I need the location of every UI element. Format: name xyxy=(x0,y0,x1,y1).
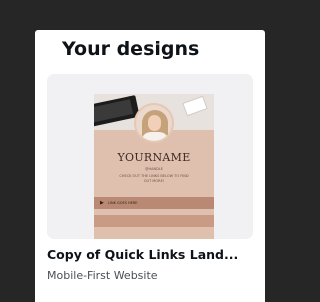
designs-panel: Your designs YOURNAME @HANDLE CHECK OUT … xyxy=(35,30,265,302)
preview-link-label: LINK GOES HERE xyxy=(108,201,138,205)
laptop-image xyxy=(94,95,140,127)
design-card[interactable]: YOURNAME @HANDLE CHECK OUT THE LINKS BEL… xyxy=(47,74,253,296)
preview-handle: @HANDLE xyxy=(144,167,163,171)
preview-link-button: ▶ LINK GOES HERE xyxy=(94,197,214,209)
preview-avatar xyxy=(134,103,174,143)
section-title: Your designs xyxy=(62,38,200,60)
play-arrow-icon: ▶ xyxy=(100,200,104,206)
design-title[interactable]: Copy of Quick Links Land... xyxy=(47,247,257,263)
preview-link-button-2 xyxy=(94,215,214,227)
avatar-face xyxy=(148,115,161,131)
design-preview: YOURNAME @HANDLE CHECK OUT THE LINKS BEL… xyxy=(94,94,214,239)
preview-name: YOURNAME xyxy=(117,151,191,164)
design-type: Mobile-First Website xyxy=(47,269,158,282)
laptop-screen xyxy=(94,99,134,123)
design-thumbnail[interactable]: YOURNAME @HANDLE CHECK OUT THE LINKS BEL… xyxy=(47,74,253,239)
avatar-body xyxy=(141,132,169,141)
preview-tagline: CHECK OUT THE LINKS BELOW TO FIND OUT MO… xyxy=(119,174,189,183)
phone-image xyxy=(182,95,208,117)
